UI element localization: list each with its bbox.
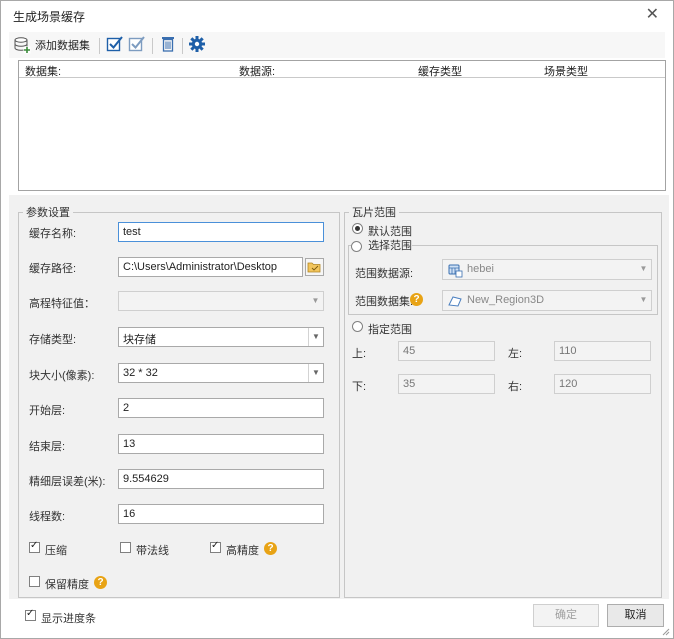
default-range-radio[interactable] bbox=[352, 223, 363, 234]
cache-path-label: 缓存路径: bbox=[29, 263, 77, 275]
database-add-icon bbox=[13, 36, 31, 54]
end-level-label: 结束层: bbox=[29, 441, 66, 453]
right-input[interactable]: 120 bbox=[554, 374, 651, 394]
left-input[interactable]: 110 bbox=[554, 341, 651, 361]
end-level-input[interactable]: 13 bbox=[118, 434, 324, 454]
bottom-label: 下: bbox=[352, 381, 367, 393]
delete-button[interactable] bbox=[159, 34, 177, 56]
help-icon[interactable]: ? bbox=[264, 542, 277, 555]
elevation-label: 高程特征值： bbox=[29, 298, 95, 310]
cache-name-input[interactable]: test bbox=[118, 222, 324, 242]
elevation-select[interactable]: ▼ bbox=[118, 291, 324, 311]
resize-grip-icon[interactable] bbox=[662, 627, 670, 636]
toolbar-separator bbox=[152, 38, 153, 54]
dialog-title: 生成场景缓存 bbox=[13, 10, 86, 24]
browse-folder-button[interactable] bbox=[305, 258, 324, 276]
tile-range-legend: 瓦片范围 bbox=[352, 207, 396, 219]
param-settings-legend: 参数设置 bbox=[26, 207, 70, 219]
compress-label: 压缩 bbox=[45, 545, 67, 557]
left-label: 左: bbox=[508, 348, 523, 360]
threads-input[interactable]: 16 bbox=[118, 504, 324, 524]
select-range-radio[interactable] bbox=[351, 240, 362, 252]
block-size-select[interactable]: 32 * 32 ▼ bbox=[118, 363, 324, 383]
close-icon[interactable]: ✕ bbox=[646, 4, 659, 24]
add-dataset-button[interactable]: 添加数据集 bbox=[13, 34, 90, 56]
storage-type-value: 块存储 bbox=[123, 334, 156, 346]
compress-checkbox[interactable] bbox=[29, 540, 40, 553]
trash-icon bbox=[159, 35, 177, 56]
range-source-select[interactable]: hebei ▼ bbox=[442, 259, 652, 280]
dialog-window: 生成场景缓存 ✕ 添加数据集 数据集: 数据源: 缓存类型 场景类型 参数设置 … bbox=[0, 0, 674, 639]
threads-label: 线程数: bbox=[29, 511, 66, 523]
block-size-value: 32 * 32 bbox=[123, 367, 158, 379]
cache-name-label: 缓存名称: bbox=[29, 228, 77, 240]
range-source-label: 范围数据源: bbox=[355, 268, 414, 280]
toolbar-separator bbox=[182, 38, 183, 54]
settings-button[interactable] bbox=[188, 34, 206, 56]
start-level-label: 开始层: bbox=[29, 405, 66, 417]
check-invert-icon bbox=[128, 35, 146, 56]
specify-range-radio[interactable] bbox=[352, 321, 363, 332]
column-header-datasource[interactable]: 数据源: bbox=[239, 63, 275, 79]
cancel-button[interactable]: 取消 bbox=[607, 604, 664, 627]
keep-precision-checkbox[interactable] bbox=[29, 576, 40, 587]
title-bar: 生成场景缓存 ✕ bbox=[1, 1, 673, 29]
dataset-table[interactable]: 数据集: 数据源: 缓存类型 场景类型 bbox=[18, 60, 666, 191]
select-all-button[interactable] bbox=[106, 34, 124, 56]
show-progress-label: 显示进度条 bbox=[41, 613, 96, 625]
cache-path-input[interactable]: C:\Users\Administrator\Desktop bbox=[118, 257, 303, 277]
select-range-label: 选择范围 bbox=[368, 240, 413, 252]
column-header-dataset[interactable]: 数据集: bbox=[25, 63, 61, 79]
chevron-down-icon: ▼ bbox=[308, 328, 323, 346]
check-all-icon bbox=[106, 35, 124, 56]
chevron-down-icon: ▼ bbox=[639, 264, 648, 273]
start-level-input[interactable]: 2 bbox=[118, 398, 324, 418]
range-source-value: hebei bbox=[467, 263, 494, 275]
right-label: 右: bbox=[508, 381, 523, 393]
folder-open-icon bbox=[306, 262, 323, 278]
gear-icon bbox=[188, 35, 206, 56]
chevron-down-icon: ▼ bbox=[308, 364, 323, 382]
ok-button[interactable]: 确定 bbox=[533, 604, 599, 627]
fine-error-label: 精细层误差(米): bbox=[29, 476, 106, 488]
keep-precision-label: 保留精度 bbox=[45, 579, 89, 591]
normals-checkbox[interactable] bbox=[120, 542, 131, 553]
block-size-label: 块大小(像素): bbox=[29, 370, 95, 382]
chevron-down-icon: ▼ bbox=[639, 295, 648, 304]
storage-type-select[interactable]: 块存储 ▼ bbox=[118, 327, 324, 347]
range-dataset-select[interactable]: New_Region3D ▼ bbox=[442, 290, 652, 311]
fine-error-input[interactable]: 9.554629 bbox=[118, 469, 324, 489]
invert-select-button[interactable] bbox=[128, 34, 146, 56]
top-input[interactable]: 45 bbox=[398, 341, 495, 361]
specify-range-label: 指定范围 bbox=[368, 324, 412, 336]
help-icon[interactable]: ? bbox=[410, 293, 423, 306]
bottom-input[interactable]: 35 bbox=[398, 374, 495, 394]
region3d-icon bbox=[447, 293, 463, 312]
column-header-scene-type[interactable]: 场景类型 bbox=[544, 63, 588, 79]
chevron-down-icon: ▼ bbox=[311, 296, 320, 305]
add-dataset-label: 添加数据集 bbox=[35, 40, 90, 52]
select-range-legend: 选择范围 bbox=[351, 237, 412, 253]
toolbar-separator bbox=[99, 38, 100, 54]
toolbar: 添加数据集 bbox=[9, 32, 665, 58]
high-precision-label: 高精度 bbox=[226, 545, 259, 557]
column-header-cache-type[interactable]: 缓存类型 bbox=[418, 63, 462, 79]
datasource-icon bbox=[447, 262, 463, 281]
top-label: 上: bbox=[352, 348, 367, 360]
show-progress-checkbox[interactable] bbox=[25, 608, 36, 621]
normals-label: 带法线 bbox=[136, 545, 169, 557]
table-header: 数据集: 数据源: 缓存类型 场景类型 bbox=[19, 61, 665, 78]
range-dataset-label: 范围数据集: bbox=[355, 296, 414, 308]
high-precision-checkbox[interactable] bbox=[210, 540, 221, 553]
help-icon[interactable]: ? bbox=[94, 576, 107, 589]
range-dataset-value: New_Region3D bbox=[467, 294, 545, 306]
storage-type-label: 存储类型: bbox=[29, 334, 77, 346]
